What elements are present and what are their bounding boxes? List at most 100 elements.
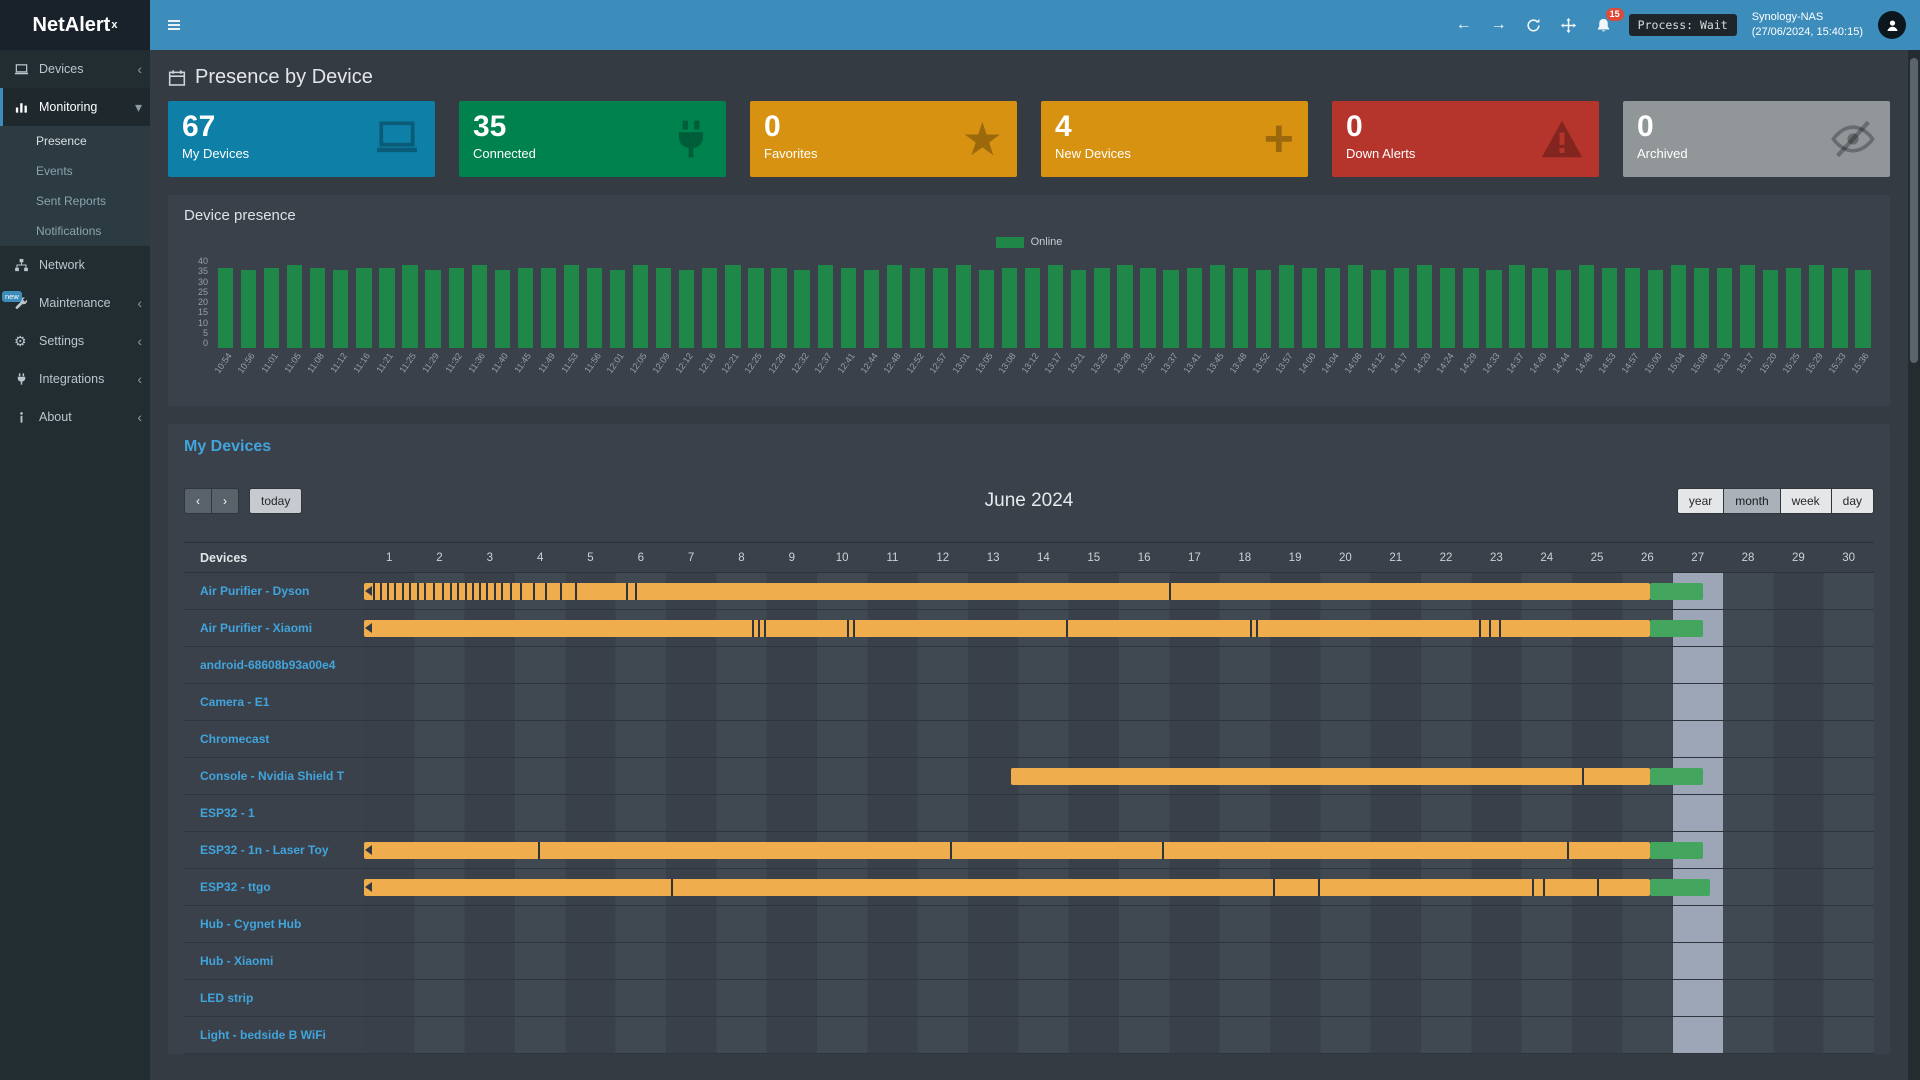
infobox-my-devices[interactable]: 67My Devices <box>168 101 435 177</box>
notifications-button[interactable]: 15 <box>1594 15 1614 35</box>
sidebar-item-settings[interactable]: ⚙Settings‹ <box>0 322 150 360</box>
chart-title: Device presence <box>184 207 1874 224</box>
sidebar-item-monitoring[interactable]: Monitoring▾ <box>0 88 150 126</box>
user-avatar[interactable] <box>1878 11 1906 39</box>
x-tick-label: 14:48 <box>1573 351 1594 375</box>
chart-bar-slot <box>1298 256 1321 348</box>
scrollbar-thumb[interactable] <box>1910 58 1918 363</box>
device-link[interactable]: LED strip <box>184 980 364 1016</box>
x-tick: 11:29 <box>422 348 445 400</box>
chart-bar-slot <box>375 256 398 348</box>
timeline-lane <box>364 906 1874 942</box>
chart-bar <box>1671 265 1686 348</box>
sidebar-item-label: About <box>39 410 72 424</box>
x-tick: 14:40 <box>1529 348 1552 400</box>
sidebar-item-devices[interactable]: Devices‹ <box>0 50 150 88</box>
integrations-icon <box>14 372 31 387</box>
chart-bar-slot <box>1736 256 1759 348</box>
offline-gap <box>560 583 562 600</box>
x-tick: 15:36 <box>1851 348 1874 400</box>
refresh-icon[interactable] <box>1524 15 1544 35</box>
view-day-button[interactable]: day <box>1831 488 1874 514</box>
x-tick-label: 14:17 <box>1389 351 1410 375</box>
nav-forward-icon[interactable]: → <box>1489 15 1509 35</box>
warning-icon <box>1539 118 1585 160</box>
devices-column-header: Devices <box>184 551 364 565</box>
device-link[interactable]: Console - Nvidia Shield T <box>184 758 364 794</box>
chart-bar-slot <box>422 256 445 348</box>
device-link[interactable]: Hub - Xiaomi <box>184 943 364 979</box>
device-link[interactable]: Air Purifier - Xiaomi <box>184 610 364 646</box>
prev-button[interactable]: ‹ <box>184 488 212 514</box>
device-link[interactable]: ESP32 - ttgo <box>184 869 364 905</box>
sidebar-toggle-button[interactable] <box>150 0 198 50</box>
sidebar-item-label: Network <box>39 258 85 272</box>
sidebar-item-maintenance[interactable]: newMaintenance‹ <box>0 284 150 322</box>
chart-bar-slot <box>1459 256 1482 348</box>
device-link[interactable]: ESP32 - 1n - Laser Toy <box>184 832 364 868</box>
nav-back-icon[interactable]: ← <box>1454 15 1474 35</box>
x-tick-label: 14:00 <box>1297 351 1318 375</box>
chart-bar-slot <box>1183 256 1206 348</box>
sidebar-subitem-sent-reports[interactable]: Sent Reports <box>0 186 150 216</box>
presence-bar-past[interactable] <box>1011 768 1650 785</box>
device-link[interactable]: Camera - E1 <box>184 684 364 720</box>
offline-gap <box>433 583 435 600</box>
view-year-button[interactable]: year <box>1677 488 1724 514</box>
chart-bar <box>1048 265 1063 348</box>
presence-bar-current[interactable] <box>1650 842 1703 859</box>
sidebar-item-network[interactable]: Network <box>0 246 150 284</box>
view-week-button[interactable]: week <box>1780 488 1832 514</box>
presence-bar-past[interactable] <box>364 842 1650 859</box>
view-month-button[interactable]: month <box>1723 488 1780 514</box>
chart-bar <box>1325 268 1340 349</box>
today-column-highlight <box>1673 943 1723 979</box>
sidebar-item-about[interactable]: About‹ <box>0 398 150 436</box>
x-tick: 14:04 <box>1321 348 1344 400</box>
infobox-archived[interactable]: 0Archived <box>1623 101 1890 177</box>
sidebar-subitem-events[interactable]: Events <box>0 156 150 186</box>
presence-bar-current[interactable] <box>1650 768 1703 785</box>
presence-bar-current[interactable] <box>1650 583 1703 600</box>
x-tick-label: 12:52 <box>904 351 925 375</box>
chart-bar-slot <box>491 256 514 348</box>
presence-bar-current[interactable] <box>1650 620 1703 637</box>
device-link[interactable]: Air Purifier - Dyson <box>184 573 364 609</box>
device-link[interactable]: ESP32 - 1 <box>184 795 364 831</box>
x-tick-label: 12:32 <box>789 351 810 375</box>
sidebar-subitem-notifications[interactable]: Notifications <box>0 216 150 246</box>
app-logo[interactable]: NetAlertx <box>0 0 150 50</box>
chart-bar-slot <box>860 256 883 348</box>
presence-bar-past[interactable] <box>364 879 1650 896</box>
device-link[interactable]: android-68608b93a00e4 <box>184 647 364 683</box>
day-header-24: 24 <box>1522 552 1572 564</box>
move-icon[interactable] <box>1559 15 1579 35</box>
sidebar-subitem-presence[interactable]: Presence <box>0 126 150 156</box>
presence-bar-past[interactable] <box>364 583 1650 600</box>
vertical-scrollbar[interactable] <box>1908 50 1920 1080</box>
x-tick-label: 15:08 <box>1689 351 1710 375</box>
chart-bar-slot <box>283 256 306 348</box>
today-button[interactable]: today <box>249 488 302 514</box>
x-tick-label: 14:04 <box>1320 351 1341 375</box>
timeline-rows: Air Purifier - DysonAir Purifier - Xiaom… <box>184 573 1874 1054</box>
infobox-favorites[interactable]: 0Favorites★ <box>750 101 1017 177</box>
x-tick: 13:57 <box>1275 348 1298 400</box>
infobox-new-devices[interactable]: 4New Devices+ <box>1041 101 1308 177</box>
x-tick-label: 12:41 <box>835 351 856 375</box>
presence-bar-past[interactable] <box>364 620 1650 637</box>
x-tick: 12:37 <box>814 348 837 400</box>
x-tick: 12:05 <box>629 348 652 400</box>
device-link[interactable]: Chromecast <box>184 721 364 757</box>
presence-bar-current[interactable] <box>1650 879 1710 896</box>
infobox-down-alerts[interactable]: 0Down Alerts <box>1332 101 1599 177</box>
sidebar-item-integrations[interactable]: Integrations‹ <box>0 360 150 398</box>
next-button[interactable]: › <box>211 488 239 514</box>
chart-bar-slot <box>1828 256 1851 348</box>
offline-gap <box>635 583 637 600</box>
device-link[interactable]: Light - bedside B WiFi <box>184 1017 364 1053</box>
device-link[interactable]: Hub - Cygnet Hub <box>184 906 364 942</box>
infobox-connected[interactable]: 35Connected <box>459 101 726 177</box>
x-tick-label: 13:48 <box>1227 351 1248 375</box>
offline-gap <box>1066 620 1068 637</box>
